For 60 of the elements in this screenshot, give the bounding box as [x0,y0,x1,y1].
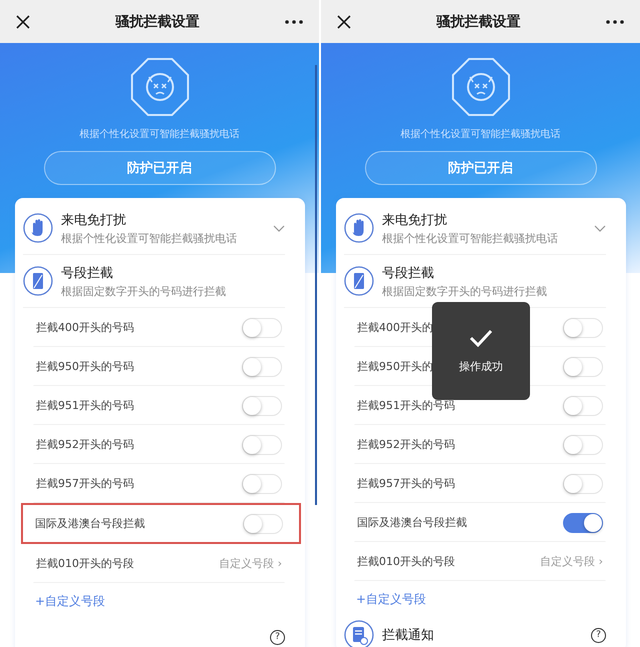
row-label: 拦截010开头的号段 [36,556,134,571]
setting-row[interactable]: 拦截400开头的号码 [33,308,285,347]
setting-row[interactable]: 拦截010开头的号段 自定义号段 › [33,544,285,583]
setting-row[interactable]: 拦截950开头的号码 [33,347,285,386]
add-custom-range-link[interactable]: +自定义号段 [23,583,285,620]
setting-row[interactable]: 拦截951开头的号码 [33,386,285,425]
section-subtitle: 根据固定数字开头的号码进行拦截 [382,284,548,298]
more-icon[interactable] [606,20,624,24]
hero-text: 根据个性化设置可智能拦截骚扰电话 [400,128,560,141]
add-custom-range-link[interactable]: +自定义号段 [344,581,606,618]
chevron-down-icon[interactable] [273,224,285,232]
row-label: 拦截400开头的 [357,320,433,335]
phone-icon [23,266,53,296]
setting-row[interactable]: 拦截952开头的号码 [354,425,606,464]
section-subtitle: 根据个性化设置可智能拦截骚扰电话 [382,230,559,246]
help-icon[interactable]: ? [591,628,606,642]
row-label: 国际及港澳台号段拦截 [35,516,145,531]
setting-row[interactable]: 拦截957开头的号码 [33,464,285,503]
phone-icon [344,266,374,296]
help-icon[interactable]: ? [270,630,285,644]
section-header[interactable]: 来电免打扰 根据个性化设置可智能拦截骚扰电话 [23,202,285,255]
page-title: 骚扰拦截设置 [436,12,520,30]
close-icon[interactable] [337,14,351,28]
section-title: 号段拦截 [61,264,114,282]
row-label: 拦截950开头的号码 [36,359,134,374]
page-title: 骚扰拦截设置 [116,12,200,30]
close-icon[interactable] [16,14,30,28]
section-header[interactable]: 来电免打扰 根据个性化设置可智能拦截骚扰电话 [344,202,606,255]
setting-row[interactable]: 拦截957开头的号码 [354,464,606,503]
blocked-face-icon [130,57,190,117]
row-label: 拦截957开头的号码 [36,476,134,491]
toggle-switch[interactable] [563,512,603,532]
row-label: 拦截952开头的号码 [357,437,455,452]
row-label: 拦截952开头的号码 [36,437,134,452]
section-title: 来电免打扰 [382,212,448,228]
toast-text: 操作成功 [459,358,503,374]
blocked-face-icon [450,57,510,117]
chevron-down-icon[interactable] [594,224,606,232]
row-label: 拦截010开头的号段 [357,554,455,569]
hero-text: 根据个性化设置可智能拦截骚扰电话 [80,128,240,141]
setting-row[interactable]: 国际及港澳台号段拦截 [21,503,301,544]
section-subtitle: 根据个性化设置可智能拦截骚扰电话 [61,230,238,246]
section-subtitle: 根据固定数字开头的号码进行拦截 [61,284,227,298]
hand-icon [23,213,53,243]
checkmark-icon [469,328,493,346]
setting-row[interactable]: 国际及港澳台号段拦截 [354,503,606,542]
setting-row[interactable]: 拦截010开头的号段 自定义号段 › [354,542,606,581]
section-title: 号段拦截 [382,264,435,282]
hand-icon [344,213,374,243]
setting-row[interactable]: 拦截952开头的号码 [33,425,285,464]
row-label: 拦截400开头的号码 [36,320,134,335]
section-title: 拦截通知 [382,627,435,644]
more-icon[interactable] [285,20,303,24]
row-label: 拦截951开头的号码 [36,398,134,413]
row-label: 拦截950开头的 [357,359,433,374]
row-label: 拦截957开头的号码 [357,476,455,491]
section-title: 来电免打扰 [61,212,127,228]
row-label: 拦截951开头的号码 [357,398,455,413]
section-header[interactable]: 号段拦截 根据固定数字开头的号码进行拦截 [23,255,285,308]
row-label: 国际及港澳台号段拦截 [357,515,467,530]
